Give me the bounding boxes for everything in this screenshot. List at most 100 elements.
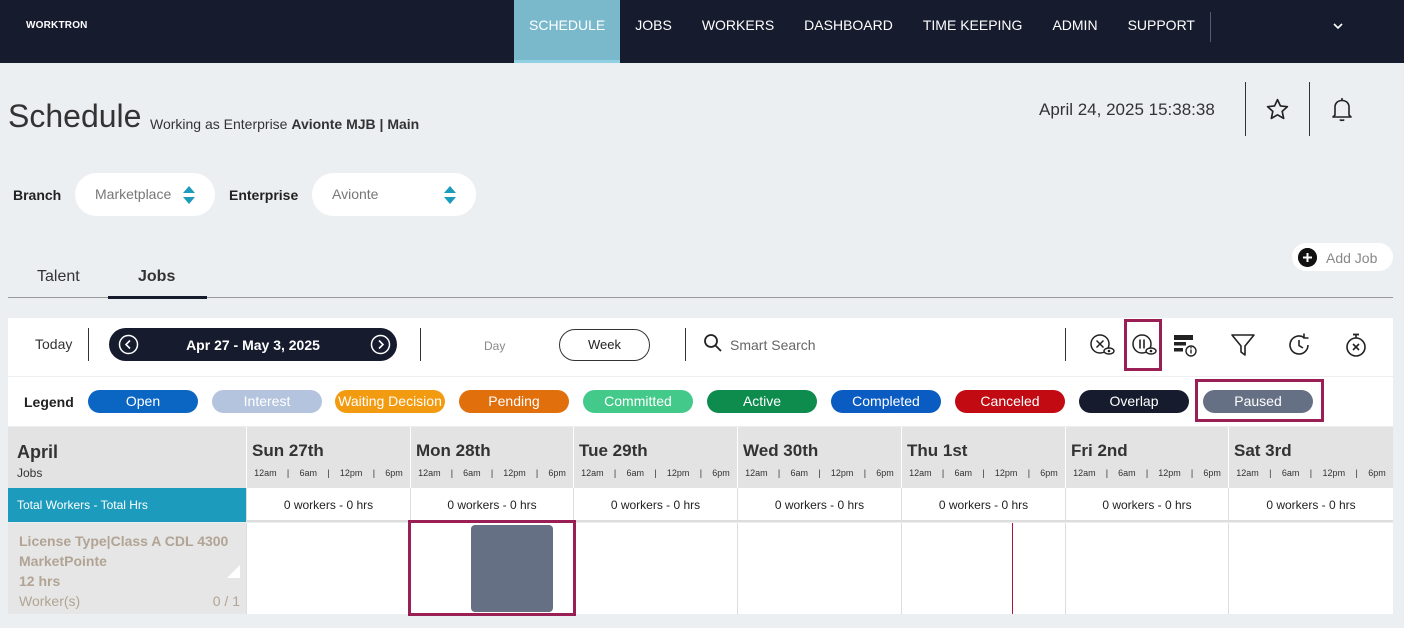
- main-nav: SCHEDULE JOBS WORKERS DASHBOARD TIME KEE…: [514, 0, 1210, 63]
- hour-ticks: 12am | 6am | 12pm | 6pm: [738, 468, 901, 478]
- job-info-icon[interactable]: [1171, 331, 1199, 359]
- nav-dashboard[interactable]: DASHBOARD: [789, 0, 908, 63]
- hour-tick: |: [982, 468, 985, 478]
- hour-tick: |: [490, 468, 494, 478]
- legend-overlap: Overlap: [1079, 390, 1189, 413]
- bell-icon[interactable]: [1330, 96, 1354, 122]
- hour-tick: |: [613, 468, 617, 478]
- day-name: Sun 27th: [252, 441, 324, 460]
- day-column-header: Thu 1st 12am | 6am | 12pm | 6pm: [901, 427, 1065, 488]
- jobs-column-label: Jobs: [17, 466, 43, 480]
- nav-workers[interactable]: WORKERS: [687, 0, 789, 63]
- star-icon[interactable]: [1265, 97, 1290, 122]
- hour-tick: 12am: [418, 468, 441, 478]
- highlight-paused-icon: [1124, 319, 1162, 371]
- hour-tick: 6am: [463, 468, 481, 478]
- history-icon[interactable]: [1285, 331, 1313, 359]
- branch-select[interactable]: Marketplace: [75, 173, 215, 216]
- schedule-cell[interactable]: [1228, 523, 1393, 614]
- day-name: Tue 29th: [579, 441, 648, 460]
- hour-tick: 6pm: [1203, 468, 1221, 478]
- hour-tick: |: [818, 468, 821, 478]
- enterprise-value: Avionte: [332, 186, 379, 202]
- filter-icon[interactable]: [1229, 331, 1257, 359]
- schedule-cell[interactable]: [246, 523, 410, 614]
- summary-cell: 0 workers - 0 hrs: [901, 488, 1065, 522]
- expand-corner-icon[interactable]: [227, 565, 240, 578]
- job-label[interactable]: License Type|Class A CDL 4300 MarketPoin…: [8, 523, 246, 614]
- hour-tick: 12pm: [994, 468, 1018, 478]
- summary-cell: 0 workers - 0 hrs: [410, 488, 573, 522]
- app-logo[interactable]: WORKTRON: [26, 20, 88, 31]
- day-name: Thu 1st: [907, 441, 968, 460]
- day-column-header: Tue 29th 12am | 6am | 12pm | 6pm: [573, 427, 737, 488]
- nav-support[interactable]: SUPPORT: [1113, 0, 1210, 63]
- legend-interest: Interest: [212, 390, 322, 413]
- nav-schedule[interactable]: SCHEDULE: [514, 0, 621, 63]
- summary-label: Total Workers - Total Hrs: [8, 488, 246, 522]
- view-week-button[interactable]: Week: [559, 329, 650, 361]
- working-prefix: Working as Enterprise: [150, 116, 288, 132]
- header-divider: [1309, 82, 1310, 136]
- hour-ticks: 12am | 6am | 12pm | 6pm: [1229, 468, 1393, 478]
- hour-tick: |: [286, 468, 290, 478]
- job-row: License Type|Class A CDL 4300 MarketPoin…: [8, 523, 1393, 614]
- toolbar-divider: [685, 328, 686, 361]
- nav-jobs[interactable]: JOBS: [620, 0, 687, 63]
- hour-tick: |: [535, 468, 539, 478]
- tabs-divider: [8, 297, 1393, 298]
- header-divider: [1245, 82, 1246, 136]
- date-range-selector: Apr 27 - May 3, 2025: [109, 328, 397, 361]
- hide-canceled-icon[interactable]: [1088, 331, 1116, 359]
- page-title: Schedule: [8, 98, 142, 134]
- day-name: Fri 2nd: [1071, 441, 1128, 460]
- hour-tick: |: [863, 468, 867, 478]
- schedule-cell[interactable]: [1065, 523, 1228, 614]
- smart-search-input[interactable]: [730, 335, 1030, 355]
- view-day-button[interactable]: Day: [484, 339, 505, 353]
- legend-completed: Completed: [831, 390, 941, 413]
- tab-jobs[interactable]: Jobs: [138, 268, 175, 286]
- hour-tick: 6am: [1118, 468, 1136, 478]
- hour-tick: 6pm: [548, 468, 566, 478]
- hour-tick: 6am: [626, 468, 645, 478]
- hour-tick: |: [1269, 468, 1272, 478]
- hour-tick: 12am: [909, 468, 932, 478]
- nav-time-keeping[interactable]: TIME KEEPING: [908, 0, 1038, 63]
- hour-tick: |: [372, 468, 376, 478]
- schedule-cell[interactable]: [573, 523, 737, 614]
- workers-label: Worker(s): [19, 593, 81, 609]
- highlight-paused-legend: [1195, 379, 1324, 422]
- summary-cell: 0 workers - 0 hrs: [737, 488, 901, 522]
- hour-ticks: 12am | 6am | 12pm | 6pm: [411, 468, 573, 478]
- chevron-down-icon[interactable]: [1330, 18, 1346, 34]
- branch-label: Branch: [13, 187, 62, 203]
- nav-admin[interactable]: ADMIN: [1037, 0, 1112, 63]
- hour-tick: |: [1105, 468, 1109, 478]
- hour-tick: 12pm: [830, 468, 854, 478]
- schedule-cell[interactable]: [901, 523, 1065, 614]
- today-button[interactable]: Today: [35, 336, 72, 352]
- tab-talent[interactable]: Talent: [37, 268, 80, 286]
- chevron-right-icon[interactable]: [370, 334, 391, 355]
- legend-canceled: Canceled: [955, 390, 1065, 413]
- nav-divider: [1210, 12, 1211, 42]
- schedule-grid-header: April Jobs Sun 27th 12am | 6am | 12pm | 6pm Mon …: [8, 427, 1393, 488]
- hour-tick: 12am: [1073, 468, 1096, 478]
- toolbar-divider: [420, 328, 421, 361]
- legend-committed: Committed: [583, 390, 693, 413]
- top-nav: WORKTRON SCHEDULE JOBS WORKERS DASHBOARD…: [0, 0, 1404, 63]
- add-job-button[interactable]: Add Job: [1292, 243, 1393, 271]
- highlight-paused-shift: [408, 520, 576, 616]
- enterprise-select[interactable]: Avionte: [312, 173, 476, 216]
- legend: Legend Open Interest Waiting Decision Pe…: [8, 377, 1393, 426]
- add-job-label: Add Job: [1326, 250, 1378, 266]
- hour-tick: 12pm: [1322, 468, 1346, 478]
- timer-icon[interactable]: [1342, 331, 1370, 359]
- sort-arrows-icon: [444, 186, 456, 204]
- schedule-cell[interactable]: [737, 523, 901, 614]
- hour-tick: 6pm: [1040, 468, 1058, 478]
- branch-value: Marketplace: [95, 186, 172, 202]
- hour-tick: |: [699, 468, 703, 478]
- hour-tick: 6am: [1281, 468, 1300, 478]
